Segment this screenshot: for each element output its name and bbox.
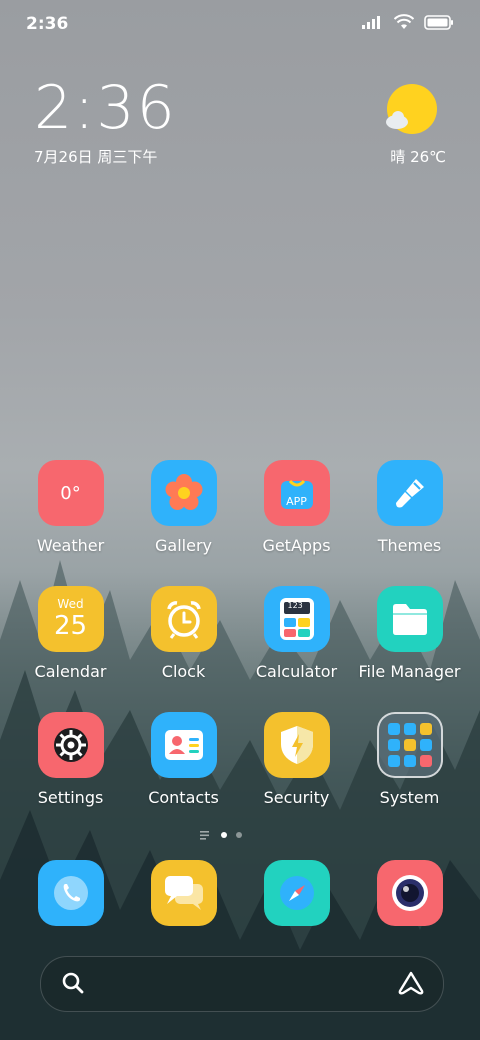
folder-icon [376,586,443,652]
brush-glyph [395,479,424,508]
app-store-text: APP [286,495,307,508]
status-icons [362,14,454,30]
calculator-display: 123 [287,601,303,610]
app-calendar[interactable]: Wed 25 Calendar [14,586,127,681]
app-store-icon: APP [263,460,330,526]
sun-cloud-icon [386,84,437,134]
app-label: Contacts [148,788,219,807]
contact-card-icon [150,712,217,778]
app-label: System [379,788,440,807]
chat-glyph [164,876,203,910]
page-indicator[interactable] [200,830,242,840]
gear-glyph [53,728,88,762]
contact-card-glyph [164,730,203,760]
app-getapps[interactable]: APP GetApps [240,460,353,555]
page-dot-active[interactable] [221,832,227,838]
compass-glyph [279,876,314,910]
app-label: Settings [37,788,104,807]
app-clock[interactable]: Clock [127,586,240,681]
app-label: Gallery [155,536,212,555]
feed-lines-icon[interactable] [200,830,212,840]
calendar-day: Wed [57,597,84,611]
weather-widget[interactable]: 晴 26℃ [382,84,446,166]
camera-icon [376,860,443,926]
phone-icon [37,860,104,926]
dock-browser[interactable] [240,860,353,926]
app-system-folder[interactable]: System [353,712,466,807]
app-label: Clock [161,662,206,681]
app-label: File Manager [358,662,461,681]
folder-grid-icon [376,712,443,778]
app-settings[interactable]: Settings [14,712,127,807]
app-weather[interactable]: 0° Weather [14,460,127,555]
calendar-date: 25 [53,611,88,641]
search-icon[interactable] [61,971,85,995]
app-label: GetApps [262,536,331,555]
dock-camera[interactable] [353,860,466,926]
flower-icon [150,460,217,526]
app-security[interactable]: Security [240,712,353,807]
wifi-icon [394,14,414,29]
app-themes[interactable]: Themes [353,460,466,555]
flower-icon-glyph [165,474,202,510]
widget-time: 2:36 [34,73,177,143]
brush-icon [376,460,443,526]
weather-icon-temp: 0° [60,482,81,504]
app-contacts[interactable]: Contacts [127,712,240,807]
calendar-icon: Wed 25 [37,586,104,652]
search-bar[interactable] [40,956,444,1012]
widget-date: 7月26日 周三下午 [34,148,158,166]
app-label: Calculator [255,662,338,681]
calculator-icon: 123 [263,586,330,652]
folder-glyph [392,604,427,635]
clock-widget[interactable]: 2:36 7月26日 周三下午 [34,76,177,167]
shield-glyph [280,726,313,764]
weather-text: 晴 26℃ [390,148,446,166]
app-file-manager[interactable]: File Manager [353,586,466,681]
gear-icon [37,712,104,778]
folder-grid-glyph [387,723,432,767]
app-label: Calendar [34,662,107,681]
app-label: Weather [36,536,105,555]
signal-icon [362,16,380,29]
dock-phone[interactable] [14,860,127,926]
app-label: Security [263,788,330,807]
assistant-icon[interactable] [397,970,425,996]
camera-lens-glyph [391,875,428,911]
battery-icon [424,14,453,30]
status-bar: 2:36 [0,0,480,50]
app-calculator[interactable]: 123 Calculator [240,586,353,681]
app-gallery[interactable]: Gallery [127,460,240,555]
alarm-clock-glyph [166,601,201,639]
page-dot[interactable] [236,832,242,838]
compass-icon [263,860,330,926]
status-time: 2:36 [26,14,69,34]
weather-icon: 0° [37,460,104,526]
alarm-clock-icon [150,586,217,652]
app-label: Themes [377,536,442,555]
shield-icon [263,712,330,778]
dock-messages[interactable] [127,860,240,926]
chat-icon [150,860,217,926]
phone-glyph [53,876,88,910]
